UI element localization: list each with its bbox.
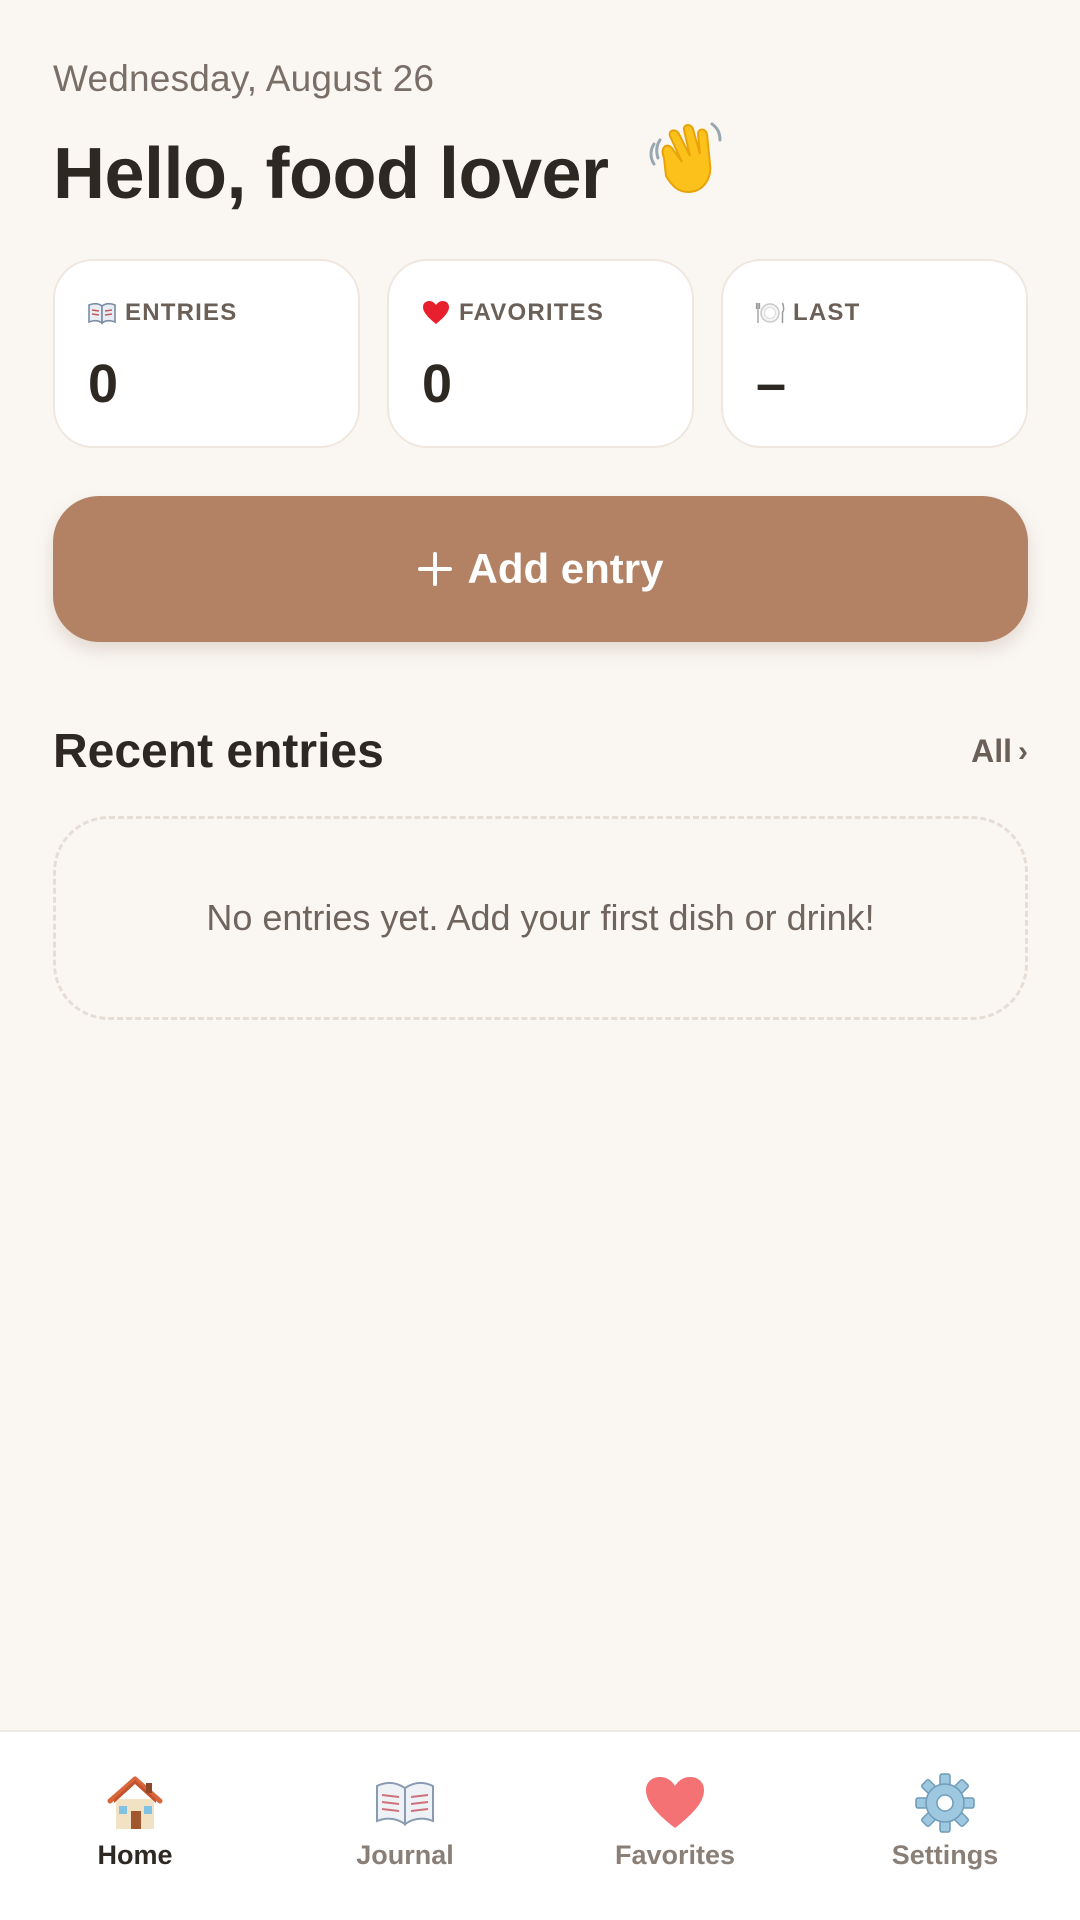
current-date: Wednesday, August 26 <box>53 58 435 99</box>
gear-icon <box>914 1772 976 1834</box>
greeting-text: Hello, food lover <box>53 134 609 214</box>
section-title: Recent entries <box>53 725 384 778</box>
open-book-icon <box>87 298 117 328</box>
heart-icon <box>421 298 451 328</box>
tab-favorites[interactable]: Favorites <box>540 1732 810 1920</box>
plus-icon <box>417 551 453 587</box>
page-title: Hello, food lover <box>53 118 726 215</box>
view-all-link[interactable]: All › <box>971 733 1028 770</box>
heart-icon <box>644 1772 706 1834</box>
bottom-tab-bar: Home Journal Favorites Settings <box>0 1730 1080 1920</box>
tab-settings[interactable]: Settings <box>810 1732 1080 1920</box>
stat-value: – <box>756 354 787 414</box>
stat-label-text: ENTRIES <box>125 299 238 326</box>
stat-label: ENTRIES <box>87 298 237 328</box>
stat-label: FAVORITES <box>421 298 604 328</box>
tab-label: Favorites <box>614 1840 736 1870</box>
stat-card-last: LAST – <box>721 259 1028 448</box>
add-entry-label: Add entry <box>467 545 664 592</box>
plate-icon <box>755 298 785 328</box>
tab-label: Settings <box>891 1840 999 1870</box>
chevron-right-icon: › <box>1018 734 1028 768</box>
add-entry-button[interactable]: Add entry <box>53 496 1028 642</box>
empty-state-message: No entries yet. Add your first dish or d… <box>206 897 875 938</box>
stat-label: LAST <box>755 298 860 328</box>
tab-journal[interactable]: Journal <box>270 1732 540 1920</box>
open-book-icon <box>374 1772 436 1834</box>
recent-entries-header: Recent entries All › <box>53 724 1028 779</box>
tab-label: Home <box>97 1840 173 1870</box>
stat-value: 0 <box>88 354 119 414</box>
tab-label: Journal <box>356 1840 454 1870</box>
stat-value: 0 <box>422 354 453 414</box>
wave-hand-icon <box>646 118 726 215</box>
stat-card-entries: ENTRIES 0 <box>53 259 360 448</box>
stats-row: ENTRIES 0 FAVORITES 0 LAST – <box>53 259 1028 448</box>
empty-state: No entries yet. Add your first dish or d… <box>53 816 1028 1020</box>
tab-home[interactable]: Home <box>0 1732 270 1920</box>
stat-card-favorites: FAVORITES 0 <box>387 259 694 448</box>
house-icon <box>104 1772 166 1834</box>
stat-label-text: LAST <box>793 299 861 326</box>
stat-label-text: FAVORITES <box>459 299 605 326</box>
view-all-label: All <box>971 733 1012 769</box>
